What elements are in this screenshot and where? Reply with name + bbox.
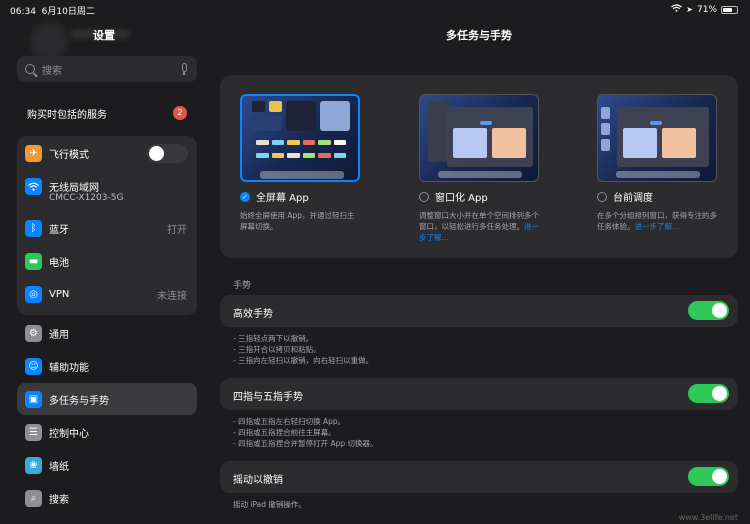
accessibility-icon: ☺ [25,357,42,375]
watermark: www.3elife.net [678,513,738,522]
wifi-status-icon [671,4,683,15]
sidebar-item-label: 控制中心 [49,428,89,440]
sidebar-item-search[interactable]: ⌕ 搜索 [17,482,197,514]
sidebar-item-airplane[interactable]: ✈ 飞行模式 [17,137,197,169]
shake-to-undo-note: 摇动 iPad 撤销操作。 [233,500,306,509]
location-icon: ➤ [686,5,693,14]
fullscreen-preview-image[interactable] [240,94,360,182]
sidebar-item-general[interactable]: ⚙ 通用 [17,317,197,349]
search-icon: ⌕ [25,489,42,507]
mode-fullscreen[interactable]: ✓ 全屏幕 App 始终全屏使用 App，并通过轻扫主屏幕切换。 [240,94,360,232]
radio-icon[interactable] [419,191,429,202]
sidebar: 设置 搜索 购买时包括的服务 2 ✈ 飞行模式 无线局域网 CMCC-X1203… [0,0,208,524]
four-five-finger-row: 四指与五指手势 [220,378,738,410]
sidebar-item-label: 电池 [49,257,69,269]
notification-badge: 2 [173,106,187,120]
sidebar-title: 设置 [93,29,115,42]
microphone-icon[interactable] [182,63,187,75]
windowed-preview-image[interactable] [419,94,539,182]
bluetooth-icon: ᛒ [25,219,42,237]
sidebar-item-label: 通用 [49,329,69,341]
sidebar-item-multitask[interactable]: ▣ 多任务与手势 [17,383,197,415]
sidebar-item-vpn[interactable]: ◎ VPN 未连接 [17,278,197,310]
efficient-gestures-row: 高效手势 [220,295,738,327]
main-panel: 多任务与手势 ✓ 全屏幕 App 始终全屏使用 App，并通过轻扫主屏幕切换。 [208,0,750,524]
four-five-finger-notes: - 四指或五指左右轻扫切换 App。 - 四指或五指捏合前往主屏幕。 - 四指或… [233,417,378,448]
vpn-status: 未连接 [157,290,187,302]
bluetooth-status: 打开 [167,224,187,236]
gear-icon: ⚙ [25,324,42,342]
mode-label: 全屏幕 App [256,193,309,204]
sidebar-item-label: 多任务与手势 [49,395,109,407]
row-label: 高效手势 [233,309,273,320]
battery-status-icon [721,5,738,14]
sidebar-item-label: 购买时包括的服务 [27,109,107,121]
wallpaper-icon: ❀ [25,456,42,474]
sidebar-item-label: 飞行模式 [49,149,89,161]
sidebar-item-label: 搜索 [49,494,69,506]
shake-to-undo-row: 摇动以撤销 [220,461,738,493]
sidebar-item-label: 辅助功能 [49,362,89,374]
airplane-toggle[interactable] [147,143,188,163]
sidebar-item-purchase-services[interactable]: 购买时包括的服务 2 [17,97,197,129]
efficient-gestures-toggle[interactable] [688,301,729,320]
multitask-mode-picker: ✓ 全屏幕 App 始终全屏使用 App，并通过轻扫主屏幕切换。 窗口化 App… [220,75,738,258]
sidebar-item-wifi[interactable]: 无线局域网 CMCC-X1203-5G [17,173,197,213]
globe-icon: ◎ [25,285,42,303]
learn-more-link[interactable]: 进一步了解... [635,222,680,231]
general-group: ⚙ 通用 ☺ 辅助功能 ▣ 多任务与手势 ☰ 控制中心 ❀ 墙纸 ⌕ 搜索 [17,316,197,516]
search-input[interactable]: 搜索 [17,56,197,82]
search-icon [25,64,35,74]
sidebar-item-control-center[interactable]: ☰ 控制中心 [17,416,197,448]
radio-icon[interactable] [597,191,607,202]
wifi-icon [25,178,42,195]
row-label: 四指与五指手势 [233,392,303,403]
page-title: 多任务与手势 [446,29,512,42]
multitask-icon: ▣ [25,390,42,408]
mode-label: 窗口化 App [435,193,488,204]
mode-description: 在多个分组排列窗口，获得专注的多任务体验。进一步了解... [597,211,717,231]
status-right: ➤ 71% [671,4,738,15]
stage-manager-preview-image[interactable] [597,94,717,182]
mode-label: 台前调度 [613,193,653,204]
wifi-network-name: CMCC-X1203-5G [49,193,124,203]
checkmark-icon[interactable]: ✓ [240,191,250,202]
mode-windowed[interactable]: 窗口化 App 调整窗口大小并在单个空间排列多个窗口，以轻松进行多任务处理。进一… [419,94,539,243]
sidebar-item-accessibility[interactable]: ☺ 辅助功能 [17,350,197,382]
sidebar-item-label: 蓝牙 [49,224,69,236]
gestures-section-header: 手势 [233,281,252,291]
sidebar-item-label: VPN [49,288,70,300]
status-time: 06:34 6月10日周二 [10,7,95,17]
sidebar-item-label: 墙纸 [49,461,69,473]
efficient-gestures-notes: - 三指轻点两下以撤销。 - 三指开合以拷贝和粘贴。 - 三指向左轻扫以撤销，向… [233,334,374,365]
sidebar-item-bluetooth[interactable]: ᛒ 蓝牙 打开 [17,212,197,244]
airplane-icon: ✈ [25,144,42,162]
row-label: 摇动以撤销 [233,475,283,486]
mode-stage-manager[interactable]: 台前调度 在多个分组排列窗口，获得专注的多任务体验。进一步了解... [597,94,717,232]
mode-description: 调整窗口大小并在单个空间排列多个窗口，以轻松进行多任务处理。进一步了解... [419,211,539,242]
search-placeholder: 搜索 [42,65,62,77]
battery-icon: ▬ [25,252,42,270]
sidebar-item-wallpaper[interactable]: ❀ 墙纸 [17,449,197,481]
sidebar-item-battery[interactable]: ▬ 电池 [17,245,197,277]
battery-percent: 71% [696,4,717,15]
status-bar: 06:34 6月10日周二 ➤ 71% [0,0,750,20]
shake-to-undo-toggle[interactable] [688,467,729,486]
four-five-finger-toggle[interactable] [688,384,729,403]
control-center-icon: ☰ [25,423,42,441]
connectivity-group: ✈ 飞行模式 无线局域网 CMCC-X1203-5G ᛒ 蓝牙 打开 ▬ 电池 … [17,136,197,315]
sidebar-item-label: 无线局域网 [49,183,99,194]
mode-description: 始终全屏使用 App，并通过轻扫主屏幕切换。 [240,211,355,231]
